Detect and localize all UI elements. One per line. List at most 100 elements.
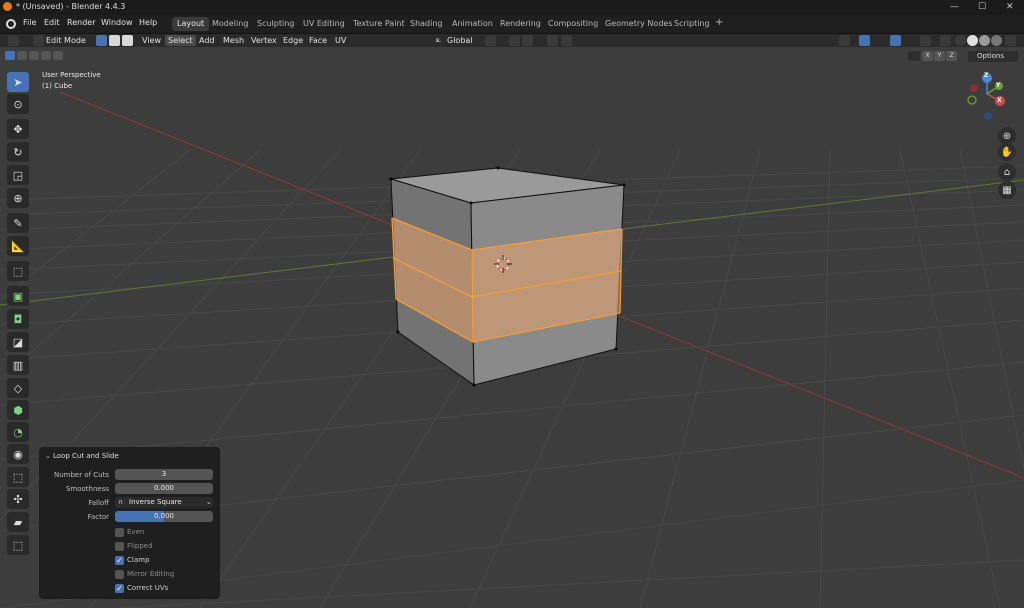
clamp-checkbox[interactable]: ✓	[115, 556, 124, 565]
shear-tool[interactable]: ▰	[7, 512, 29, 532]
transform-orientation-dropdown[interactable]: Global	[444, 35, 476, 46]
tab-animation[interactable]: Animation	[447, 17, 498, 31]
rotate-tool[interactable]: ↻	[7, 142, 29, 162]
select-invert-icon[interactable]	[41, 51, 51, 60]
select-box-tool[interactable]: ➤	[7, 72, 29, 92]
select-subtract-icon[interactable]	[29, 51, 39, 60]
tab-modeling[interactable]: Modeling	[207, 17, 253, 31]
menu-vertex[interactable]: Vertex	[248, 35, 280, 46]
menu-add[interactable]: Add	[196, 35, 218, 46]
falloff-type-icon[interactable]	[561, 35, 572, 46]
menu-select[interactable]: Select	[165, 35, 196, 46]
menu-help[interactable]: Help	[139, 18, 157, 27]
falloff-dropdown[interactable]: Inverse Square	[115, 497, 213, 508]
mirror-icon[interactable]	[908, 51, 920, 61]
move-tool[interactable]: ✥	[7, 119, 29, 139]
loop-cut-tool[interactable]: ▥	[7, 355, 29, 375]
solid-shading-icon[interactable]	[967, 35, 978, 46]
gizmo-toggle-icon[interactable]	[859, 35, 870, 46]
tab-shading[interactable]: Shading	[405, 17, 448, 31]
even-checkbox[interactable]	[115, 528, 124, 537]
menu-view[interactable]: View	[139, 35, 164, 46]
edge-select-button[interactable]	[109, 35, 120, 46]
snap-icon[interactable]	[509, 35, 520, 46]
shrink-fatten-tool[interactable]: ✣	[7, 489, 29, 509]
material-shading-icon[interactable]	[979, 35, 990, 46]
mode-dropdown[interactable]: Edit Mode	[43, 35, 89, 46]
visibility-icon[interactable]	[839, 35, 850, 46]
overlay-toggle-icon[interactable]	[890, 35, 901, 46]
tab-layout[interactable]: Layout	[172, 17, 210, 31]
menu-file[interactable]: File	[23, 18, 36, 27]
tab-scripting[interactable]: Scripting	[669, 17, 715, 31]
gizmo-z-label: Z	[984, 72, 989, 79]
add-cube-tool[interactable]: ⬚	[7, 261, 29, 281]
menu-uv[interactable]: UV	[332, 35, 349, 46]
measure-tool[interactable]: 📐	[7, 236, 29, 256]
inset-tool[interactable]: ◘	[7, 309, 29, 329]
menu-mesh[interactable]: Mesh	[220, 35, 247, 46]
add-workspace-button[interactable]: +	[710, 15, 728, 29]
pan-hand-icon[interactable]: ✋	[998, 143, 1016, 161]
tab-rendering[interactable]: Rendering	[495, 17, 546, 31]
mirror-editing-checkbox[interactable]	[115, 570, 124, 579]
panel-collapse-icon[interactable]: ⌄	[45, 452, 51, 460]
snap-target-icon[interactable]	[522, 35, 533, 46]
transform-tool[interactable]: ⊕	[7, 188, 29, 208]
poly-build-tool[interactable]: ⬢	[7, 400, 29, 420]
wireframe-shading-icon[interactable]	[955, 35, 966, 46]
minimize-icon[interactable]: —	[950, 2, 959, 12]
select-intersect-icon[interactable]	[53, 51, 63, 60]
smooth-tool[interactable]: ◉	[7, 444, 29, 464]
menu-edge[interactable]: Edge	[280, 35, 306, 46]
mirror-x-toggle[interactable]: X	[922, 51, 933, 61]
proportional-edit-icon[interactable]	[547, 35, 558, 46]
options-dropdown[interactable]: Options	[968, 51, 1018, 62]
tab-geometry-nodes[interactable]: Geometry Nodes	[600, 17, 677, 31]
tab-uv-editing[interactable]: UV Editing	[298, 17, 350, 31]
menu-render[interactable]: Render	[67, 18, 95, 27]
select-box-mode-icon[interactable]	[5, 51, 15, 60]
tab-compositing[interactable]: Compositing	[543, 17, 603, 31]
cube-mesh[interactable]	[389, 166, 626, 387]
tab-sculpting[interactable]: Sculpting	[252, 17, 299, 31]
annotate-tool[interactable]: ✎	[7, 213, 29, 233]
window-title: * (Unsaved) - Blender 4.4.3	[16, 2, 126, 11]
select-extend-icon[interactable]	[17, 51, 27, 60]
close-icon[interactable]: ✕	[1006, 2, 1014, 12]
correct-uvs-label: Correct UVs	[127, 584, 169, 592]
pivot-point-icon[interactable]	[485, 35, 496, 46]
mirror-y-toggle[interactable]: Y	[934, 51, 945, 61]
correct-uvs-checkbox[interactable]: ✓	[115, 584, 124, 593]
bevel-tool[interactable]: ◪	[7, 332, 29, 352]
menu-window[interactable]: Window	[101, 18, 133, 27]
mesh-edit-overlay-icon[interactable]	[920, 35, 931, 46]
flipped-checkbox[interactable]	[115, 542, 124, 551]
mirror-z-toggle[interactable]: Z	[946, 51, 957, 61]
extrude-tool[interactable]: ▣	[7, 286, 29, 306]
face-select-button[interactable]	[122, 35, 133, 46]
tab-texture-paint[interactable]: Texture Paint	[348, 17, 410, 31]
vertex-select-button[interactable]	[96, 35, 107, 46]
spin-tool[interactable]: ◔	[7, 422, 29, 442]
scale-tool[interactable]: ◲	[7, 165, 29, 185]
menu-edit[interactable]: Edit	[44, 18, 60, 27]
maximize-icon[interactable]: ☐	[978, 2, 986, 12]
ortho-grid-icon[interactable]: ▦	[998, 181, 1016, 199]
rip-region-tool[interactable]: ⬚	[7, 535, 29, 555]
blender-menu-icon[interactable]	[6, 19, 16, 29]
xray-toggle-icon[interactable]	[940, 35, 951, 46]
factor-slider[interactable]: 0.000	[115, 511, 213, 522]
menu-face[interactable]: Face	[306, 35, 330, 46]
edge-slide-tool[interactable]: ⬚	[7, 467, 29, 487]
title-bar: * (Unsaved) - Blender 4.4.3 — ☐ ✕	[0, 0, 1024, 15]
cursor-tool[interactable]: ⊙	[7, 94, 29, 114]
shading-options-icon[interactable]	[1005, 35, 1016, 46]
number-of-cuts-field[interactable]: 3	[115, 469, 213, 480]
camera-view-icon[interactable]: ⌂	[998, 163, 1016, 181]
smoothness-field[interactable]: 0.000	[115, 483, 213, 494]
editor-type-icon[interactable]	[8, 35, 19, 46]
knife-tool[interactable]: ◇	[7, 378, 29, 398]
view-perspective-label: User Perspective	[42, 71, 101, 79]
rendered-shading-icon[interactable]	[991, 35, 1002, 46]
